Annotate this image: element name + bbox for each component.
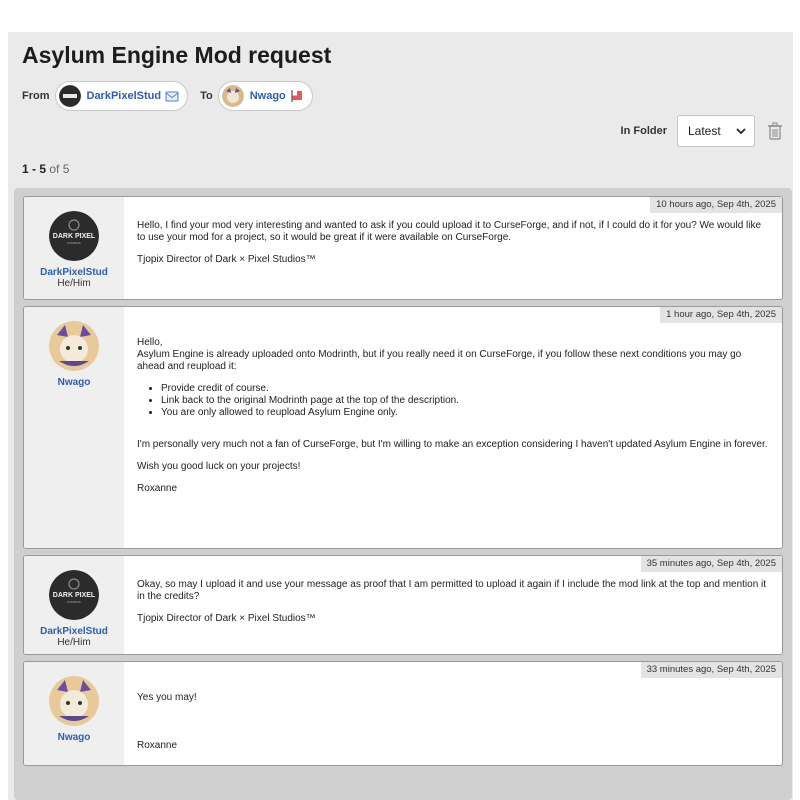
- folder-label: In Folder: [620, 125, 667, 137]
- darkpixel-avatar[interactable]: DARK PIXEL STUDIOS: [49, 570, 99, 620]
- from-username[interactable]: DarkPixelStud: [87, 90, 162, 102]
- message-timestamp: 35 minutes ago, Sep 4th, 2025: [640, 556, 782, 572]
- message-item: DARK PIXEL STUDIOS DarkPixelStud He/Him …: [23, 196, 783, 300]
- trash-icon[interactable]: [767, 122, 783, 140]
- list-item: Link back to the original Modrinth page …: [161, 395, 768, 407]
- to-label: To: [200, 90, 213, 102]
- message-paragraph: Okay, so may I upload it and use your me…: [137, 579, 767, 602]
- result-total: of 5: [49, 162, 70, 176]
- nwago-avatar[interactable]: [49, 676, 99, 726]
- message-body: 35 minutes ago, Sep 4th, 2025 Okay, so m…: [124, 556, 782, 654]
- folder-select[interactable]: Latest: [677, 115, 755, 147]
- darkpixel-avatar[interactable]: DARK PIXEL STUDIOS: [49, 211, 99, 261]
- author-pronouns: He/Him: [57, 637, 91, 648]
- result-range: 1 - 5: [22, 162, 47, 176]
- message-timestamp: 33 minutes ago, Sep 4th, 2025: [640, 662, 782, 678]
- message-author: Nwago: [24, 307, 124, 548]
- participants-row: From DarkPixelStud To Nwago: [22, 80, 325, 112]
- message-signature: Tjopix Director of Dark × Pixel Studios™: [137, 613, 316, 624]
- flag-icon: [291, 90, 302, 102]
- conversation-title: Asylum Engine Mod request: [22, 42, 332, 68]
- message-signature: Roxanne: [137, 740, 178, 751]
- conversation-panel: Asylum Engine Mod request From DarkPixel…: [8, 32, 793, 800]
- svg-text:STUDIOS: STUDIOS: [67, 241, 80, 245]
- message-timestamp: 10 hours ago, Sep 4th, 2025: [650, 197, 782, 213]
- message-paragraph: Wish you good luck on your projects!: [137, 461, 301, 472]
- svg-text:STUDIOS: STUDIOS: [67, 600, 80, 604]
- from-user-pill[interactable]: DarkPixelStud: [54, 81, 189, 111]
- message-body: 10 hours ago, Sep 4th, 2025 Hello, I fin…: [124, 197, 782, 299]
- darkpixel-avatar: [58, 85, 81, 107]
- message-paragraph: Hello, I find your mod very interesting …: [137, 220, 762, 243]
- message-item: Nwago 33 minutes ago, Sep 4th, 2025 Yes …: [23, 661, 783, 766]
- author-name[interactable]: DarkPixelStud: [24, 626, 124, 637]
- message-signature: Roxanne: [137, 483, 178, 494]
- folder-toolbar: In Folder Latest: [621, 115, 783, 147]
- folder-select-value: Latest: [688, 124, 721, 138]
- message-item: DARK PIXEL STUDIOS DarkPixelStud He/Him …: [23, 555, 783, 655]
- message-thread: DARK PIXEL STUDIOS DarkPixelStud He/Him …: [14, 188, 792, 800]
- svg-text:DARK PIXEL: DARK PIXEL: [53, 592, 96, 599]
- message-paragraph: Yes you may!: [137, 692, 197, 703]
- svg-text:DARK PIXEL: DARK PIXEL: [53, 233, 96, 240]
- message-author: DARK PIXEL STUDIOS DarkPixelStud He/Him: [24, 556, 124, 654]
- author-pronouns: He/Him: [57, 278, 91, 289]
- message-author: DARK PIXEL STUDIOS DarkPixelStud He/Him: [24, 197, 124, 299]
- message-timestamp: 1 hour ago, Sep 4th, 2025: [660, 307, 782, 323]
- message-author: Nwago: [24, 662, 124, 765]
- from-label: From: [22, 90, 50, 102]
- list-item: Provide credit of course.: [161, 383, 768, 395]
- message-body: 33 minutes ago, Sep 4th, 2025 Yes you ma…: [124, 662, 782, 765]
- nwago-avatar: [221, 85, 244, 107]
- message-item: Nwago 1 hour ago, Sep 4th, 2025 Hello, A…: [23, 306, 783, 549]
- message-signature: Tjopix Director of Dark × Pixel Studios™: [137, 254, 316, 265]
- conditions-list: Provide credit of course. Link back to t…: [161, 383, 768, 419]
- list-item: You are only allowed to reupload Asylum …: [161, 407, 768, 419]
- message-body: 1 hour ago, Sep 4th, 2025 Hello, Asylum …: [124, 307, 782, 548]
- message-paragraph: Asylum Engine is already uploaded onto M…: [137, 349, 742, 372]
- message-paragraph: I'm personally very much not a fan of Cu…: [137, 439, 768, 450]
- chevron-down-icon: [736, 127, 746, 134]
- to-username[interactable]: Nwago: [250, 90, 286, 102]
- author-name[interactable]: Nwago: [24, 732, 124, 743]
- author-name[interactable]: Nwago: [24, 377, 124, 388]
- author-name[interactable]: DarkPixelStud: [24, 267, 124, 278]
- message-greeting: Hello,: [137, 337, 163, 348]
- nwago-avatar[interactable]: [49, 321, 99, 371]
- envelope-icon: [165, 91, 179, 102]
- to-user-pill[interactable]: Nwago: [217, 81, 313, 111]
- result-count: 1 - 5 of 5: [22, 162, 69, 176]
